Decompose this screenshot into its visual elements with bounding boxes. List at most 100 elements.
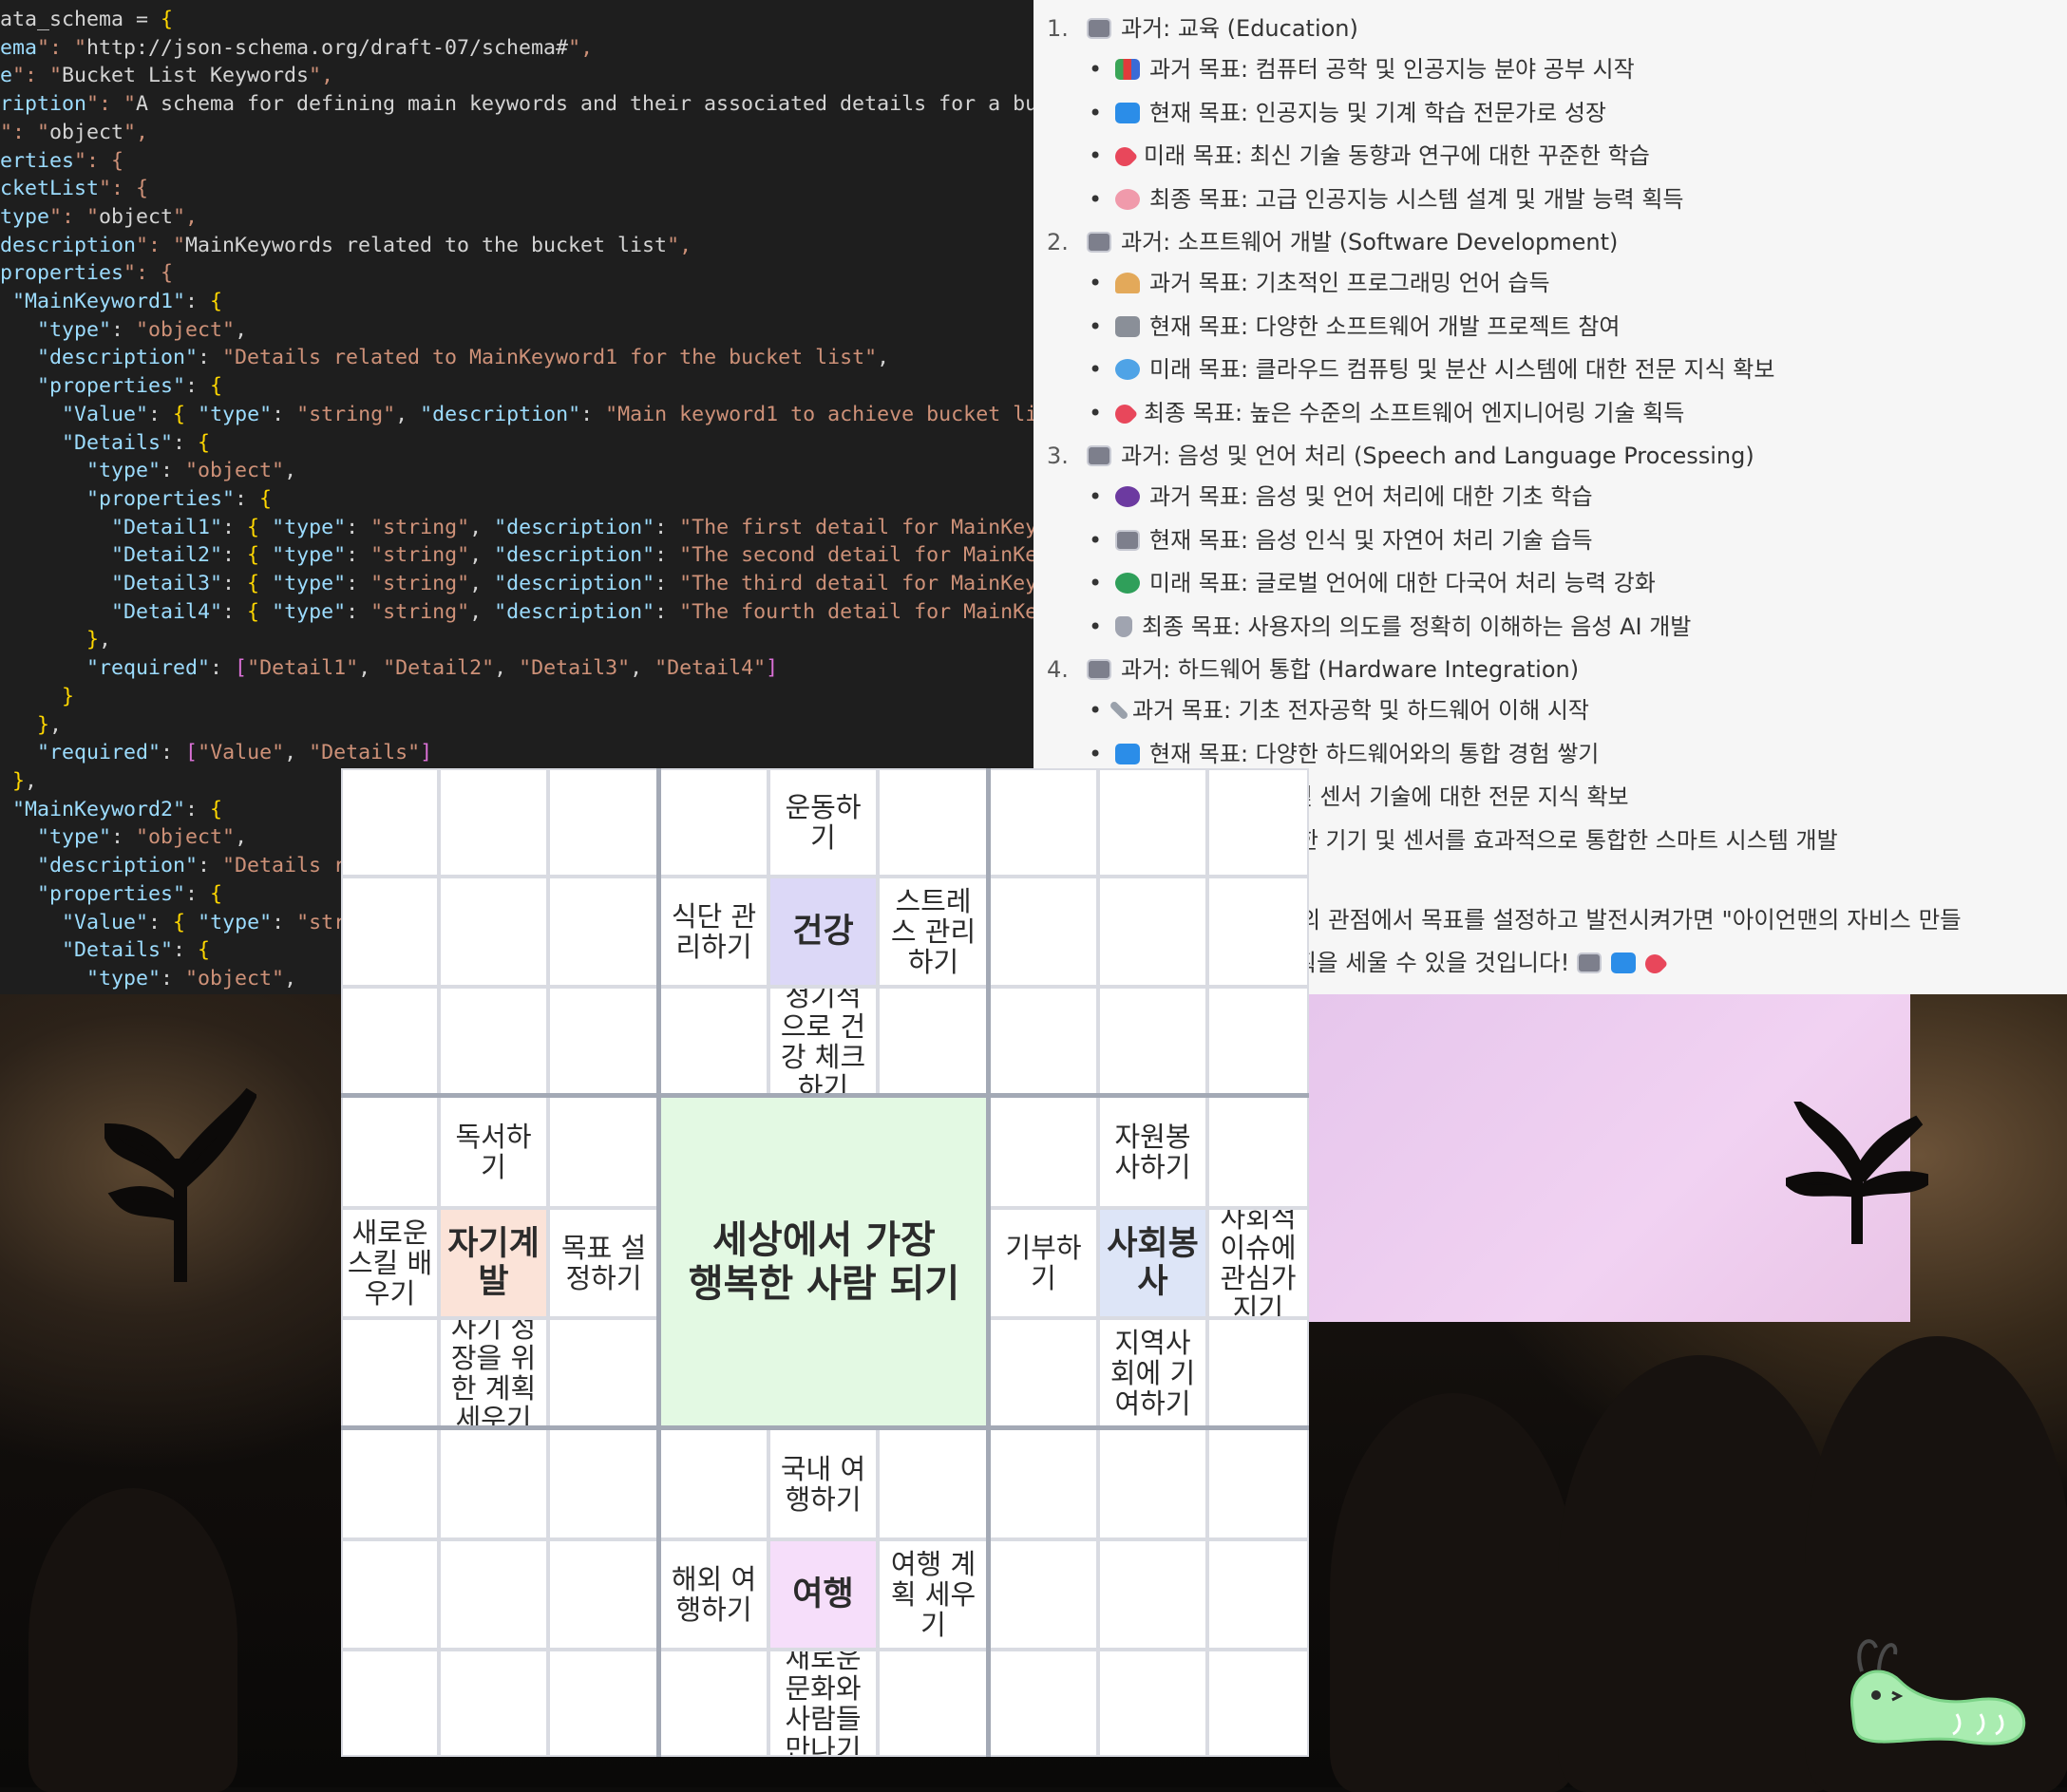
bullet: • [1089, 142, 1103, 169]
section-heading: 2. 과거: 소프트웨어 개발 (Software Development) [1047, 223, 1618, 256]
keyword-hub-top: 건강 [768, 877, 878, 987]
grid-cell [439, 768, 548, 877]
code-line: "description": "Details related to MainK… [37, 346, 890, 370]
code-line: ": "object", [0, 120, 149, 144]
robot-emoji-icon [1087, 445, 1111, 466]
bullet: • [1089, 697, 1103, 724]
goal-text: 과거 목표: 기초적인 프로그래밍 언어 습득 [1149, 270, 1550, 296]
goal-text: 미래 목표: 글로벌 언어에 대한 다국어 처리 능력 강화 [1149, 570, 1656, 596]
laptop-emoji-icon [1115, 102, 1140, 123]
grid-cell [1098, 768, 1207, 877]
bullet: • [1089, 56, 1103, 83]
bullet: • [1089, 185, 1103, 213]
code-line: e": "Bucket List Keywords", [0, 64, 334, 88]
code-line: "properties": { [37, 881, 223, 906]
detail-cell: 기부하 기 [989, 1208, 1098, 1318]
caterpillar-sticker-icon [1850, 1639, 2026, 1745]
section-title: 과거: 하드웨어 통합 (Hardware Integration) [1121, 656, 1580, 683]
detail-cell: 새로운 문화와 사람들 만나기 [768, 1650, 878, 1757]
code-line: "Value": { "type": "string", "descriptio… [62, 402, 1034, 426]
grid-cell [341, 877, 439, 987]
goal-list-item: • 현재 목표: 다양한 하드웨어와의 통합 경험 쌓기 [1089, 735, 1599, 768]
code-line: }, [86, 628, 112, 652]
code-line: "type": "object", [86, 966, 297, 990]
grid-cell [989, 1428, 1098, 1539]
section-heading: 3. 과거: 음성 및 언어 처리 (Speech and Language Pr… [1047, 437, 1754, 470]
section-title: 과거: 교육 (Education) [1121, 15, 1358, 42]
bullet: • [1089, 570, 1103, 596]
rocket-emoji-icon [1110, 400, 1139, 427]
mandala-chart: 건강 운동하 기 식단 관 리하기 스트레 스 관리 하기 정기적 으로 건강 체크 하기 자기계 발 독… [341, 768, 1309, 1757]
detail-cell: 자기 성 장을 위한 계획 세우기 [439, 1318, 548, 1428]
code-line: }, [37, 712, 63, 737]
detail-cell: 독서하 기 [439, 1096, 548, 1208]
detail-cell: 지역사 회에 기 여하기 [1098, 1318, 1207, 1428]
goal-list-item: • 최종 목표: 높은 수준의 소프트웨어 엔지니어링 기술 획득 [1089, 394, 1684, 427]
detail-cell: 운동하 기 [768, 768, 878, 877]
goal-list-item: • 미래 목표: 글로벌 언어에 대한 다국어 처리 능력 강화 [1089, 564, 1656, 597]
block-divider [341, 1425, 1309, 1430]
detail-cell: 해외 여 행하기 [659, 1539, 768, 1650]
code-line: "Detail4": { "type": "string", "descript… [111, 599, 1034, 624]
bullet: • [1089, 356, 1103, 383]
goal-text: 현재 목표: 다양한 하드웨어와의 통합 경험 쌓기 [1149, 740, 1600, 767]
bullet: • [1089, 399, 1103, 426]
goal-text: 미래 목표: 최신 기술 동향과 연구에 대한 꾸준한 학습 [1144, 142, 1650, 169]
section-heading: 4. 과거: 하드웨어 통합 (Hardware Integration) [1047, 651, 1579, 684]
code-line: type": "object", [0, 204, 199, 229]
grid-cell [1207, 877, 1309, 987]
grid-cell [989, 987, 1098, 1096]
code-line: "type": "object", [37, 317, 248, 342]
goal-list-item: • 과거 목표: 기초 전자공학 및 하드웨어 이해 시작 [1089, 691, 1589, 725]
goal-text: 미래 목표: 클라우드 컴퓨팅 및 분산 시스템에 대한 전문 지식 확보 [1149, 356, 1775, 383]
grid-cell [878, 987, 989, 1096]
grid-cell [341, 1428, 439, 1539]
detail-cell: 목표 설 정하기 [548, 1208, 659, 1318]
laptop-emoji-icon [1611, 953, 1637, 973]
grid-cell [1207, 1428, 1309, 1539]
code-line: "Detail3": { "type": "string", "descript… [111, 572, 1034, 596]
robot-emoji-icon [1087, 18, 1111, 39]
grid-cell [439, 1428, 548, 1539]
goal-list-item: • 현재 목표: 다양한 소프트웨어 개발 프로젝트 참여 [1089, 308, 1620, 341]
goal-text: 최종 목표: 사용자의 의도를 정확히 이해하는 음성 AI 개발 [1142, 613, 1692, 640]
speech-emoji-icon [1115, 486, 1140, 507]
code-line: "type": "object", [86, 459, 297, 483]
block-divider [341, 1093, 1309, 1098]
grid-cell [341, 1318, 439, 1428]
grid-cell [1098, 1650, 1207, 1757]
grid-cell [548, 1428, 659, 1539]
code-line: "Value": { "type": "strin [62, 910, 371, 934]
grid-cell [439, 987, 548, 1096]
goal-list-item: • 현재 목표: 음성 인식 및 자연어 처리 기술 습득 [1089, 521, 1593, 555]
grid-cell [439, 877, 548, 987]
section-heading: 1. 과거: 교육 (Education) [1047, 9, 1358, 43]
brain-emoji-icon [1115, 188, 1140, 210]
block-divider [656, 768, 661, 1757]
robot-emoji-icon [1087, 232, 1111, 253]
grid-cell [989, 877, 1098, 987]
detail-cell: 국내 여 행하기 [768, 1428, 878, 1539]
grid-cell [341, 1096, 439, 1208]
code-line: "Detail1": { "type": "string", "descript… [111, 515, 1034, 539]
bullet: • [1089, 613, 1103, 640]
grid-cell [989, 1539, 1098, 1650]
goal-text: 과거 목표: 컴퓨터 공학 및 인공지능 분야 공부 시작 [1149, 56, 1635, 83]
grid-cell [548, 1539, 659, 1650]
section-title: 과거: 소프트웨어 개발 (Software Development) [1121, 229, 1619, 255]
detail-cell: 스트레 스 관리 하기 [878, 877, 989, 987]
mic-emoji-icon [1115, 615, 1132, 637]
grid-cell [659, 1650, 768, 1757]
goal-text: 과거 목표: 기초 전자공학 및 하드웨어 이해 시작 [1132, 697, 1590, 724]
grid-cell [1098, 1428, 1207, 1539]
goal-text: 과거 목표: 음성 및 언어 처리에 대한 기초 학습 [1149, 483, 1593, 510]
goal-list-item: • 과거 목표: 음성 및 언어 처리에 대한 기초 학습 [1089, 478, 1593, 511]
code-line: "MainKeyword1": { [12, 290, 223, 314]
detail-cell: 식단 관 리하기 [659, 877, 768, 987]
detail-cell: 사회적 이슈에 관심가 지기 [1207, 1208, 1309, 1318]
goal-list-item: • 미래 목표: 최신 기술 동향과 연구에 대한 꾸준한 학습 [1089, 137, 1650, 171]
code-line: "description": "Details rel [37, 854, 371, 878]
grid-cell [1207, 1539, 1309, 1650]
goal-list-item: • 미래 목표: 클라우드 컴퓨팅 및 분산 시스템에 대한 전문 지식 확보 [1089, 350, 1774, 384]
grid-cell [341, 1539, 439, 1650]
